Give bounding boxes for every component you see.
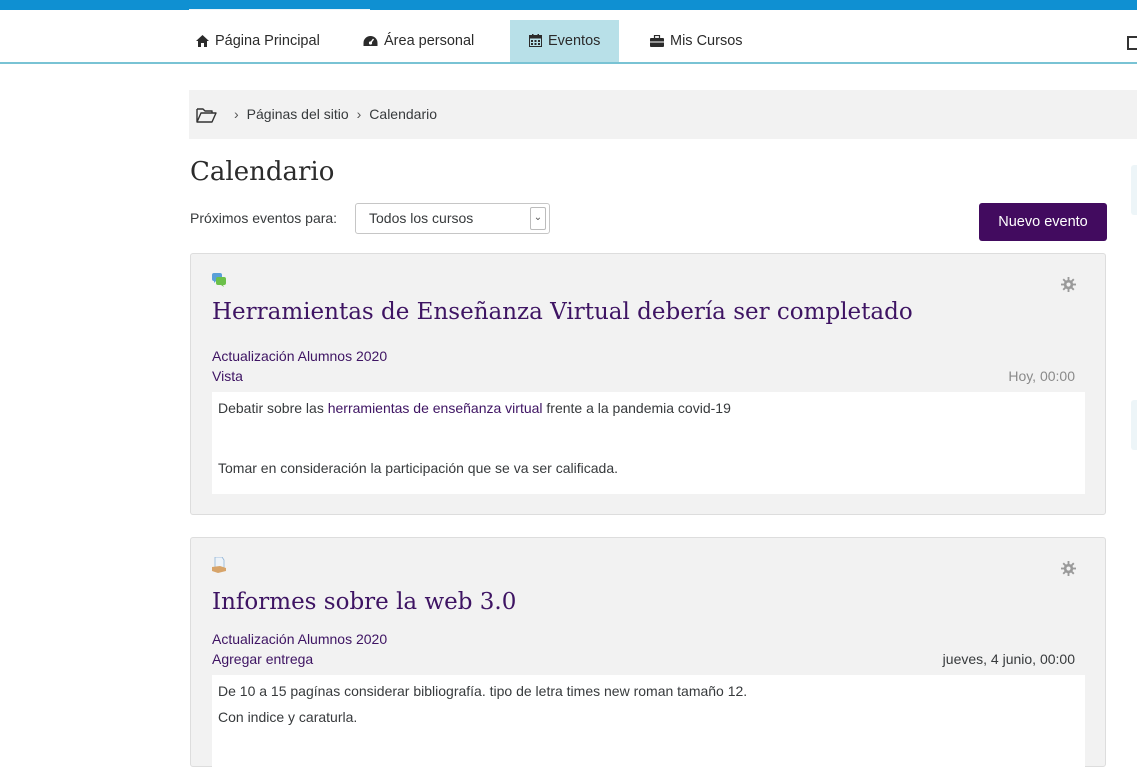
drawer-tab[interactable] [1131,400,1137,450]
description-line: Debatir sobre las herramientas de enseña… [218,398,1079,418]
nav-item-my-courses[interactable]: Mis Cursos [650,20,743,62]
breadcrumb-separator: › [356,106,362,122]
breadcrumb-bar: › Páginas del sitio › Calendario [189,90,1137,139]
nav-item-dashboard[interactable]: Área personal [363,20,474,62]
gear-icon[interactable] [1061,277,1076,292]
page-title: Calendario [190,157,335,187]
description-line: De 10 a 15 pagínas considerar bibliograf… [218,683,748,699]
chevron-down-icon: ⌄ [530,207,546,230]
dashboard-icon [363,36,378,46]
nav-item-label: Eventos [548,33,601,49]
folder-open-icon[interactable] [196,107,217,123]
description-link[interactable]: herramientas de enseñanza virtual [328,400,543,416]
event-title[interactable]: Informes sobre la web 3.0 [212,589,516,615]
event-action-link[interactable]: Agregar entrega [212,651,313,667]
nav-item-label: Página Principal [215,33,320,49]
drawer-tab[interactable] [1131,165,1137,215]
filter-label: Próximos eventos para: [190,210,338,226]
nav-item-events[interactable]: Eventos [510,20,620,62]
event-title[interactable]: Herramientas de Enseñanza Virtual deberí… [212,299,913,325]
assignment-icon [212,557,226,573]
breadcrumb-separator: › [234,106,239,122]
event-course-link[interactable]: Actualización Alumnos 2020 [212,348,387,364]
description-line: Tomar en consideración la participación … [218,460,618,476]
main-navbar: Página Principal Área personal Eventos M… [0,10,1137,64]
event-course-link[interactable]: Actualización Alumnos 2020 [212,631,387,647]
description-text: Debatir sobre las [218,400,328,416]
navbar-divider [0,62,1137,64]
home-icon [196,35,209,47]
event-card: Informes sobre la web 3.0 Actualización … [190,537,1106,775]
event-description: Debatir sobre las herramientas de enseña… [212,392,1085,494]
course-filter-select[interactable]: Todos los cursos ⌄ [355,203,550,234]
forum-icon [212,273,226,287]
breadcrumb: › Páginas del sitio › Calendario [196,90,437,139]
breadcrumb-site-pages[interactable]: Páginas del sitio [247,106,349,122]
description-text: frente a la pandemia covid-19 [542,400,731,416]
event-card: Herramientas de Enseñanza Virtual deberí… [190,253,1106,515]
course-filter-value: Todos los cursos [369,210,474,226]
new-event-button[interactable]: Nuevo evento [979,203,1107,241]
event-date: Hoy, 00:00 [1008,368,1075,384]
gear-icon[interactable] [1061,561,1076,576]
nav-item-label: Área personal [384,33,475,49]
event-date: jueves, 4 junio, 00:00 [942,651,1075,667]
briefcase-icon [650,34,664,47]
event-action-link[interactable]: Vista [212,368,243,384]
event-description: De 10 a 15 pagínas considerar bibliograf… [212,675,1085,775]
description-line: Con indice y caraturla. [218,709,358,725]
calendar-icon [529,34,542,47]
logout-icon[interactable] [1127,36,1137,50]
nav-item-label: Mis Cursos [670,33,743,49]
top-accent-bar [0,0,1137,12]
breadcrumb-calendar[interactable]: Calendario [369,106,437,122]
nav-item-home[interactable]: Página Principal [196,20,320,62]
